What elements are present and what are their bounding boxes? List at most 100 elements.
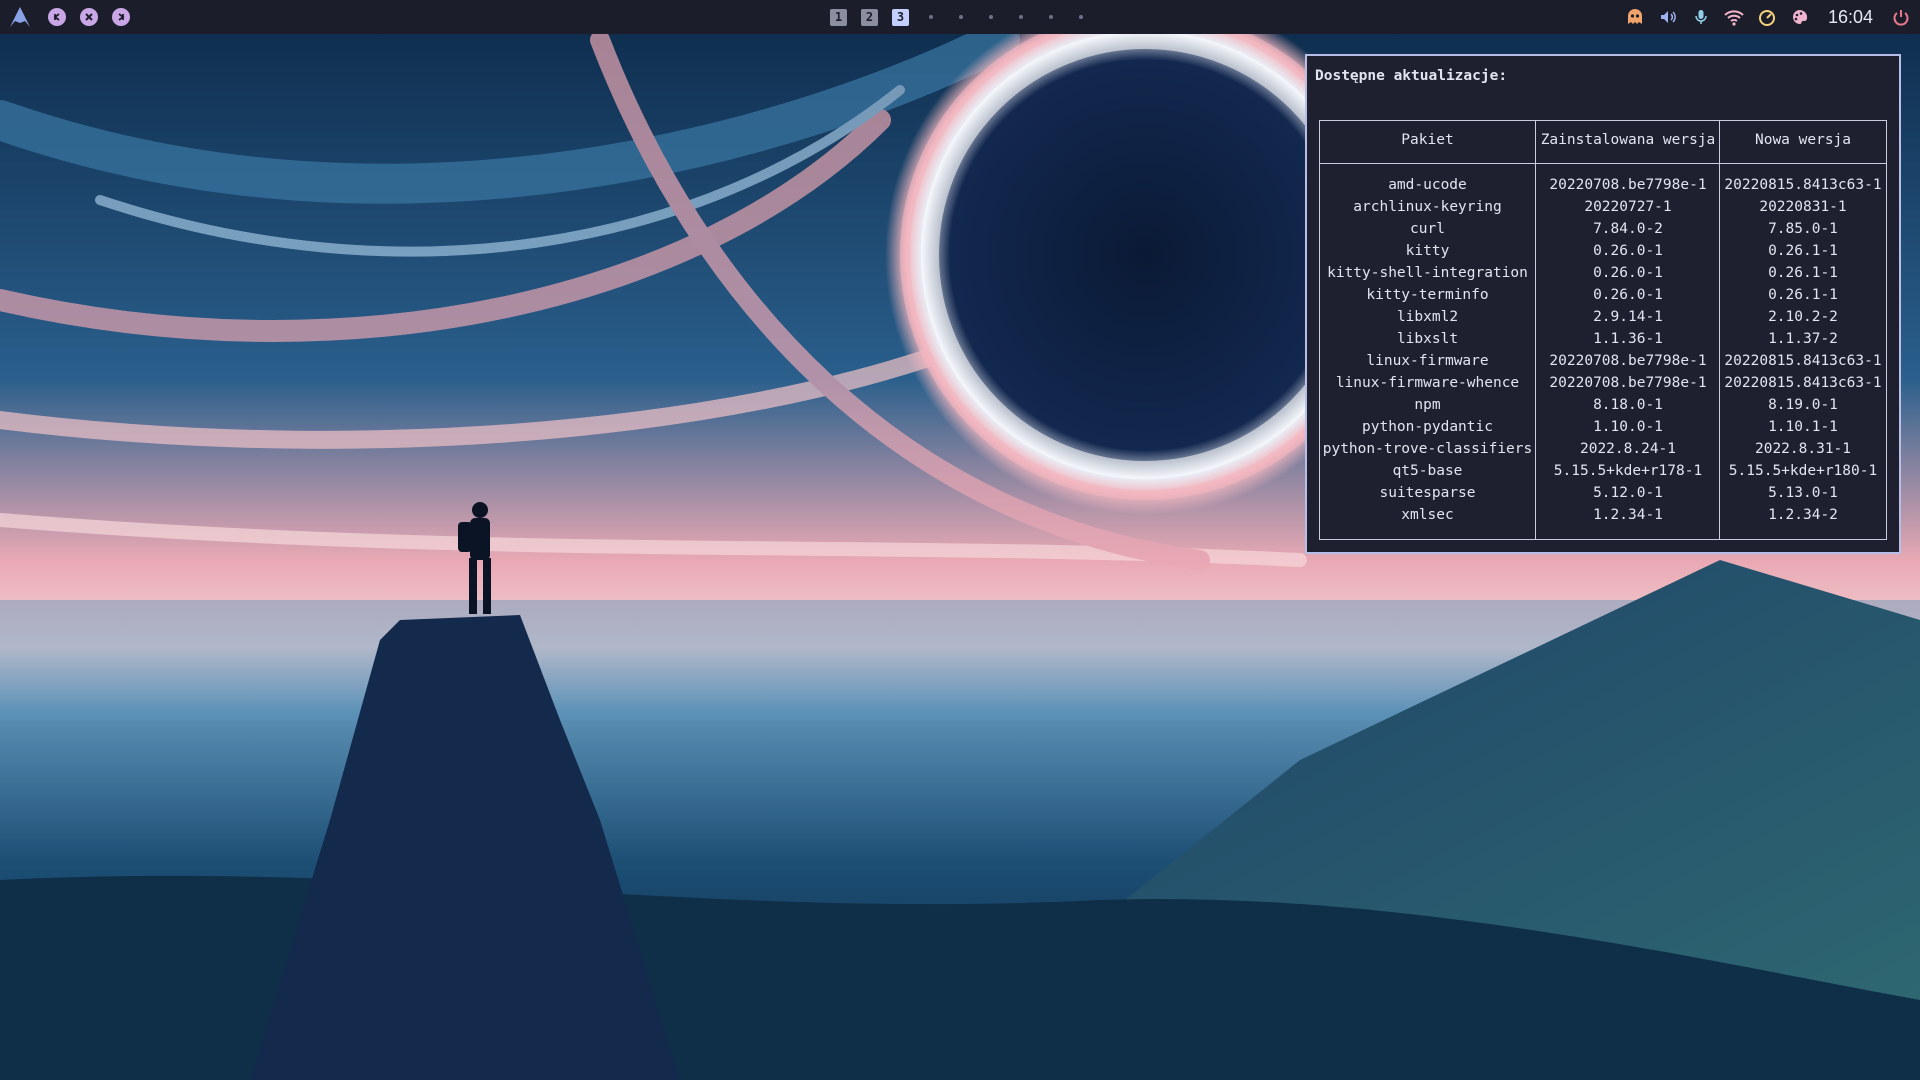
package-name-cell: curl [1410, 221, 1445, 237]
new-version-cell: 0.26.1-1 [1768, 265, 1838, 281]
table-row: libxml2 2.9.14-1 2.10.2-2 [1320, 307, 1886, 329]
new-version-cell: 20220815.8413c63-1 [1724, 375, 1882, 391]
installed-version-cell: 20220708.be7798e-1 [1549, 353, 1707, 369]
workspace-1[interactable]: 1 [830, 8, 847, 26]
power-icon[interactable] [1890, 6, 1912, 28]
installed-version-cell: 2022.8.24-1 [1579, 441, 1677, 457]
new-version-cell: 2022.8.31-1 [1754, 441, 1852, 457]
table-row: curl 7.84.0-2 7.85.0-1 [1320, 219, 1886, 241]
installed-version-cell: 1.1.36-1 [1593, 331, 1663, 347]
empty-workspace-dot[interactable] [1049, 15, 1053, 19]
panel-left-section [6, 0, 130, 34]
installed-version-cell: 5.15.5+kde+r178-1 [1553, 463, 1703, 479]
package-name-cell: suitesparse [1379, 485, 1476, 501]
column-header-package: Pakiet [1401, 132, 1454, 148]
updates-window[interactable]: Dostępne aktualizacje: Pakiet Zainstalow… [1305, 54, 1901, 554]
new-version-cell: 1.2.34-2 [1768, 507, 1838, 523]
maximize-icon [116, 12, 126, 22]
table-row: qt5-base 5.15.5+kde+r178-1 5.15.5+kde+r180… [1320, 461, 1886, 483]
table-row: xmlsec 1.2.34-1 1.2.34-2 [1320, 505, 1886, 527]
ghost-icon[interactable] [1624, 6, 1646, 28]
package-name-cell: libxslt [1396, 331, 1459, 347]
new-version-cell: 0.26.1-1 [1768, 243, 1838, 259]
installed-version-cell: 1.2.34-1 [1593, 507, 1663, 523]
table-row: libxslt 1.1.36-1 1.1.37-2 [1320, 329, 1886, 351]
installed-version-cell: 1.10.0-1 [1593, 419, 1663, 435]
new-version-cell: 1.1.37-2 [1768, 331, 1838, 347]
new-version-cell: 1.10.1-1 [1768, 419, 1838, 435]
table-row: linux-firmware 20220708.be7798e-1 20220815… [1320, 351, 1886, 373]
volume-icon[interactable] [1657, 6, 1679, 28]
installed-version-cell: 0.26.0-1 [1593, 243, 1663, 259]
package-name-cell: kitty-terminfo [1366, 287, 1489, 303]
speedometer-icon[interactable] [1756, 6, 1778, 28]
table-row: archlinux-keyring 20220727-1 20220831-1 [1320, 197, 1886, 219]
system-tray: 16:04 [1624, 0, 1912, 34]
package-name-cell: python-trove-classifiers [1322, 441, 1533, 457]
empty-workspace-dot[interactable] [1019, 15, 1023, 19]
installed-version-cell: 0.26.0-1 [1593, 265, 1663, 281]
installed-version-cell: 5.12.0-1 [1593, 485, 1663, 501]
updates-title: Dostępne aktualizacje: [1315, 68, 1508, 84]
table-row: linux-firmware-whence 20220708.be7798e-1 2… [1320, 373, 1886, 395]
table-row: kitty-shell-integration 0.26.0-1 0.26.1-1 [1320, 263, 1886, 285]
new-version-cell: 2.10.2-2 [1768, 309, 1838, 325]
new-version-cell: 20220815.8413c63-1 [1724, 177, 1882, 193]
new-version-cell: 5.13.0-1 [1768, 485, 1838, 501]
package-name-cell: linux-firmware [1366, 353, 1489, 369]
installed-version-cell: 7.84.0-2 [1593, 221, 1663, 237]
new-version-cell: 20220815.8413c63-1 [1724, 353, 1882, 369]
table-row: python-trove-classifiers 2022.8.24-1 2022.… [1320, 439, 1886, 461]
installed-version-cell: 0.26.0-1 [1593, 287, 1663, 303]
updates-table: Pakiet Zainstalowana wersja Nowa wersja … [1319, 120, 1887, 540]
table-row: suitesparse 5.12.0-1 5.13.0-1 [1320, 483, 1886, 505]
new-version-cell: 20220831-1 [1759, 199, 1847, 215]
workspace-3[interactable]: 3 [892, 8, 909, 26]
package-name-cell: qt5-base [1392, 463, 1463, 479]
installed-version-cell: 8.18.0-1 [1593, 397, 1663, 413]
table-row: kitty 0.26.0-1 0.26.1-1 [1320, 241, 1886, 263]
new-version-cell: 8.19.0-1 [1768, 397, 1838, 413]
table-row: npm 8.18.0-1 8.19.0-1 [1320, 395, 1886, 417]
empty-workspace-dot[interactable] [929, 15, 933, 19]
header-divider [1320, 163, 1886, 164]
installed-version-cell: 20220727-1 [1584, 199, 1672, 215]
arch-linux-logo-icon[interactable] [6, 3, 34, 31]
wifi-icon[interactable] [1723, 6, 1745, 28]
workspace-switcher: 1 2 3 [830, 0, 1089, 34]
package-name-cell: archlinux-keyring [1353, 199, 1502, 215]
maximize-button[interactable] [112, 8, 130, 26]
top-panel: 1 2 3 16:04 [0, 0, 1920, 34]
package-name-cell: kitty [1405, 243, 1450, 259]
package-name-cell: amd-ucode [1388, 177, 1467, 193]
column-header-new-version: Nowa wersja [1754, 132, 1852, 148]
package-name-cell: linux-firmware-whence [1335, 375, 1520, 391]
minimize-icon [52, 12, 62, 22]
package-name-cell: python-pydantic [1362, 419, 1493, 435]
package-name-cell: npm [1414, 397, 1441, 413]
close-icon [84, 12, 94, 22]
empty-workspace-dot[interactable] [989, 15, 993, 19]
new-version-cell: 0.26.1-1 [1768, 287, 1838, 303]
column-header-installed-version: Zainstalowana wersja [1540, 132, 1716, 148]
updates-rows: amd-ucode 20220708.be7798e-1 20220815.8413… [1320, 175, 1886, 527]
close-button[interactable] [80, 8, 98, 26]
installed-version-cell: 20220708.be7798e-1 [1549, 177, 1707, 193]
minimize-button[interactable] [48, 8, 66, 26]
table-row: amd-ucode 20220708.be7798e-1 20220815.8413… [1320, 175, 1886, 197]
package-name-cell: xmlsec [1401, 507, 1454, 523]
table-row: kitty-terminfo 0.26.0-1 0.26.1-1 [1320, 285, 1886, 307]
palette-icon[interactable] [1789, 6, 1811, 28]
installed-version-cell: 2.9.14-1 [1593, 309, 1663, 325]
empty-workspace-dot[interactable] [959, 15, 963, 19]
package-name-cell: libxml2 [1396, 309, 1459, 325]
microphone-icon[interactable] [1690, 6, 1712, 28]
clock[interactable]: 16:04 [1828, 7, 1873, 28]
new-version-cell: 7.85.0-1 [1768, 221, 1838, 237]
table-row: python-pydantic 1.10.0-1 1.10.1-1 [1320, 417, 1886, 439]
package-name-cell: kitty-shell-integration [1327, 265, 1528, 281]
workspace-2[interactable]: 2 [861, 8, 878, 26]
empty-workspace-dot[interactable] [1079, 15, 1083, 19]
installed-version-cell: 20220708.be7798e-1 [1549, 375, 1707, 391]
new-version-cell: 5.15.5+kde+r180-1 [1728, 463, 1878, 479]
